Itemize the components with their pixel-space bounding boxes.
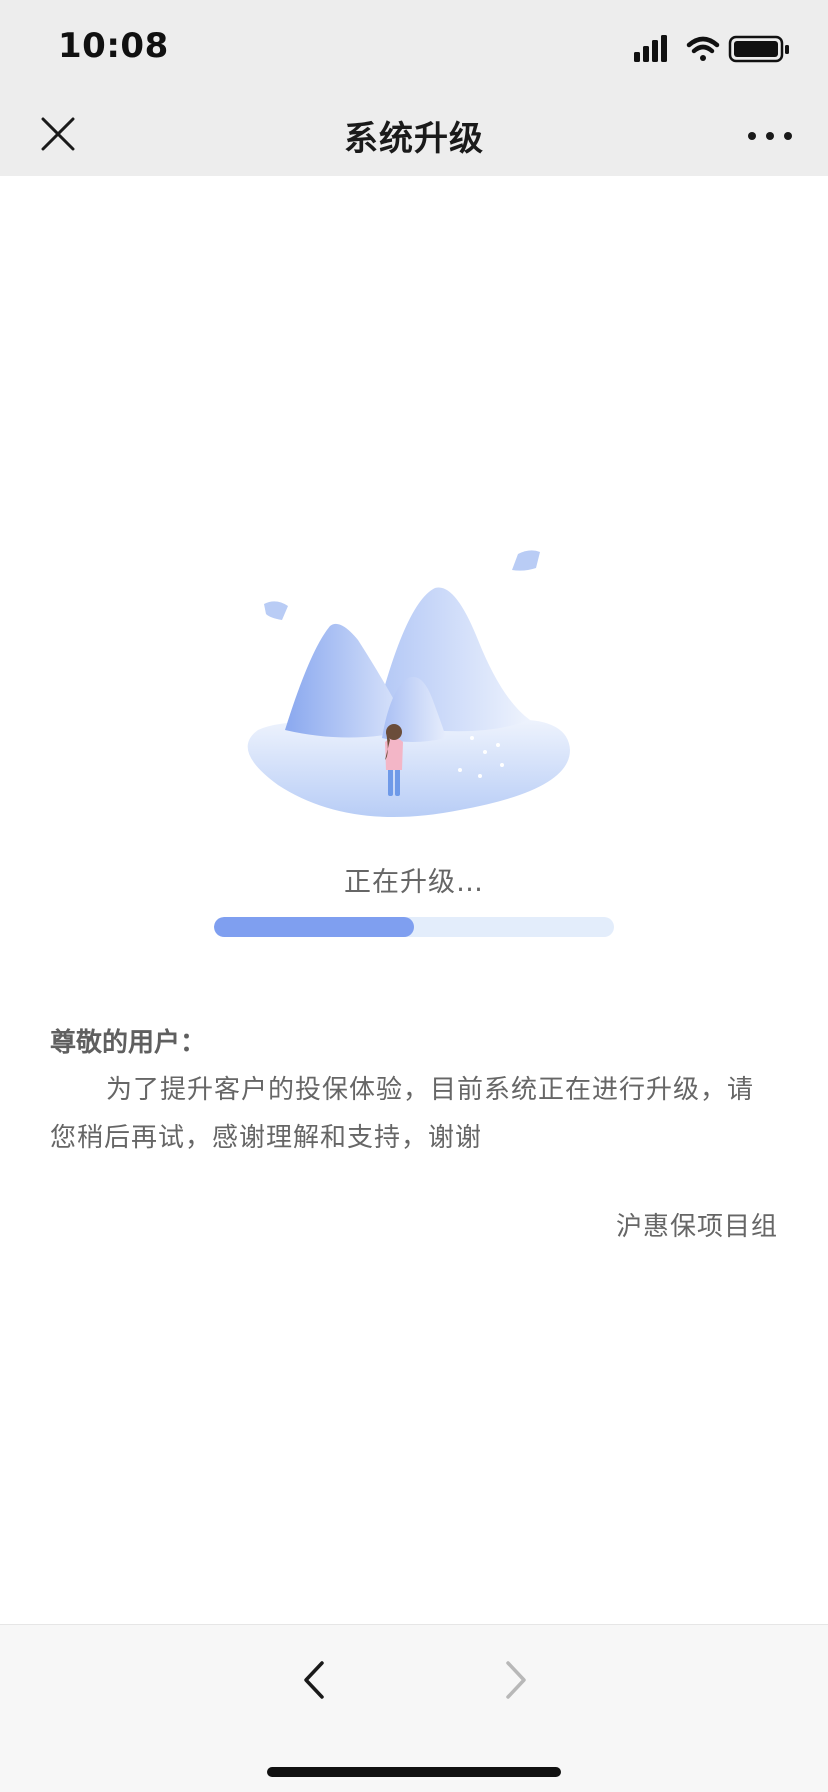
chevron-left-icon[interactable] xyxy=(290,1655,340,1705)
chevron-right-icon[interactable] xyxy=(490,1655,540,1705)
more-icon[interactable] xyxy=(742,116,798,156)
notice-greeting: 尊敬的用户： xyxy=(50,1028,207,1058)
wifi-icon xyxy=(686,36,720,61)
status-icons xyxy=(634,35,789,63)
progress-bar-fill xyxy=(214,917,414,937)
notice-message: 为了提升客户的投保体验，目前系统正在进行升级，请您稍后再试，感谢理解和支持，谢谢 xyxy=(50,1075,755,1153)
home-indicator[interactable] xyxy=(267,1767,561,1777)
battery-icon xyxy=(728,35,789,63)
upgrade-status-text: 正在升级… xyxy=(344,867,484,898)
bottom-nav-bar xyxy=(0,1624,828,1792)
status-time: 10:08 xyxy=(58,26,169,66)
progress-bar xyxy=(214,917,614,937)
notice-signature: 沪惠保项目组 xyxy=(615,1212,778,1242)
screen: 10:08 系统升级 正在升级… 尊敬的用户： 为了提升客户的投保体验，目前系统… xyxy=(0,0,828,1792)
status-bar: 10:08 xyxy=(0,0,828,96)
signal-icon xyxy=(634,35,667,62)
nav-bar: 系统升级 xyxy=(0,96,828,176)
page-title: 系统升级 xyxy=(344,119,484,159)
upgrade-illustration xyxy=(247,550,570,818)
